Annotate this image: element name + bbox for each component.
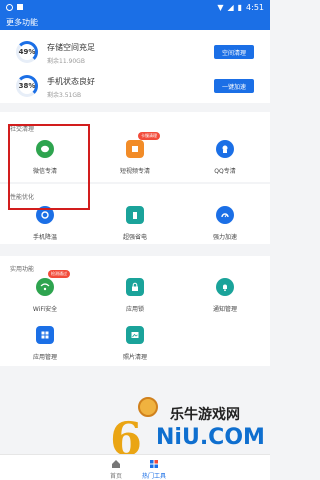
phone-subtitle: 剩余3.51GB [47,92,82,99]
speedometer-icon [216,206,234,224]
tool-app-manager[interactable]: 应用管理 [15,326,75,361]
storage-row: 49% 存储空间充足 剩余11.90GB 空间清理 [0,34,270,70]
storage-title: 存储空间充足 [47,43,95,52]
tool-notification-manager[interactable]: 通知管理 [195,278,255,313]
tool-label: 短视频专清 [119,168,150,175]
one-key-speedup-button[interactable]: 一键加速 [214,79,254,93]
status-bar: ▼ ◢ ▮ 4:51 [0,0,270,14]
shortvideo-badge: 卡慢清理 [138,132,160,140]
tool-label: 手机降温 [32,234,57,241]
tool-label: 通知管理 [212,306,237,313]
tool-label: WiFi安全 [32,306,58,313]
utility-section: 实用功能 检测通过 WiFi安全 应用锁 通知管理 应用管理 照片清理 [0,256,270,366]
home-icon [112,460,120,468]
tools-grid-icon [150,460,158,468]
tool-shortvideo-clean[interactable]: 卡慢清理 短视频专清 [105,132,165,175]
tool-photo-clean[interactable]: 照片清理 [105,326,165,361]
title-bar: 更多功能 [0,14,270,30]
phone-gauge-ring [16,75,38,97]
network-icon: ◢ [227,2,234,12]
phone-row: 38% 手机状态良好 剩余3.51GB 一键加速 [0,68,270,104]
bottom-navigation: 首页 热门工具 [0,454,270,480]
tool-label: 应用锁 [125,306,144,313]
lock-icon [126,278,144,296]
watermark-title: 乐牛游戏网 [170,407,240,423]
tool-power-saving[interactable]: 超强省电 [105,206,165,241]
phone-gauge: 38% [16,75,38,97]
qq-icon [216,140,234,158]
tool-label: 照片清理 [122,354,147,361]
tool-qq-clean[interactable]: QQ专清 [195,140,255,175]
nav-home-label: 首页 [109,473,122,480]
signal-icon: ▼ [217,2,224,12]
battery-icon [126,206,144,224]
tool-app-lock[interactable]: 应用锁 [105,278,165,313]
storage-gauge-ring [16,41,38,63]
status-dot-icon [6,3,13,11]
tool-label: 超强省电 [122,234,147,241]
shortvideo-icon [126,140,144,158]
battery-status-icon: ▮ [237,2,243,12]
tool-cooling[interactable]: 手机降温 [15,206,75,241]
highlight-box [8,124,90,210]
tool-label: 应用管理 [32,354,57,361]
tool-label: 强力加速 [212,234,237,241]
status-square-icon [17,4,23,10]
bell-icon [216,278,234,296]
nav-tools-label: 热门工具 [141,473,166,480]
status-summary-card: 49% 存储空间充足 剩余11.90GB 空间清理 38% 手机状态良好 剩余3… [0,30,270,103]
storage-subtitle: 剩余11.90GB [47,58,85,65]
page-title: 更多功能 [6,17,38,27]
nav-home[interactable]: 首页 [96,459,136,480]
storage-gauge: 49% [16,41,38,63]
wifi-icon [36,278,54,296]
watermark-subtitle: NiU.COM [156,425,265,450]
mascot-icon [138,397,158,417]
tool-boost[interactable]: 强力加速 [195,206,255,241]
apps-icon [36,326,54,344]
phone-title: 手机状态良好 [47,77,95,86]
wifi-badge: 检测通过 [48,270,70,278]
photo-icon [126,326,144,344]
tool-wifi-security[interactable]: 检测通过 WiFi安全 [15,270,75,313]
utility-title: 实用功能 [10,266,35,273]
space-clean-button[interactable]: 空间清理 [214,45,254,59]
status-time: 4:51 [246,2,264,12]
nav-tools[interactable]: 热门工具 [134,459,174,480]
tool-label: QQ专清 [214,168,236,175]
